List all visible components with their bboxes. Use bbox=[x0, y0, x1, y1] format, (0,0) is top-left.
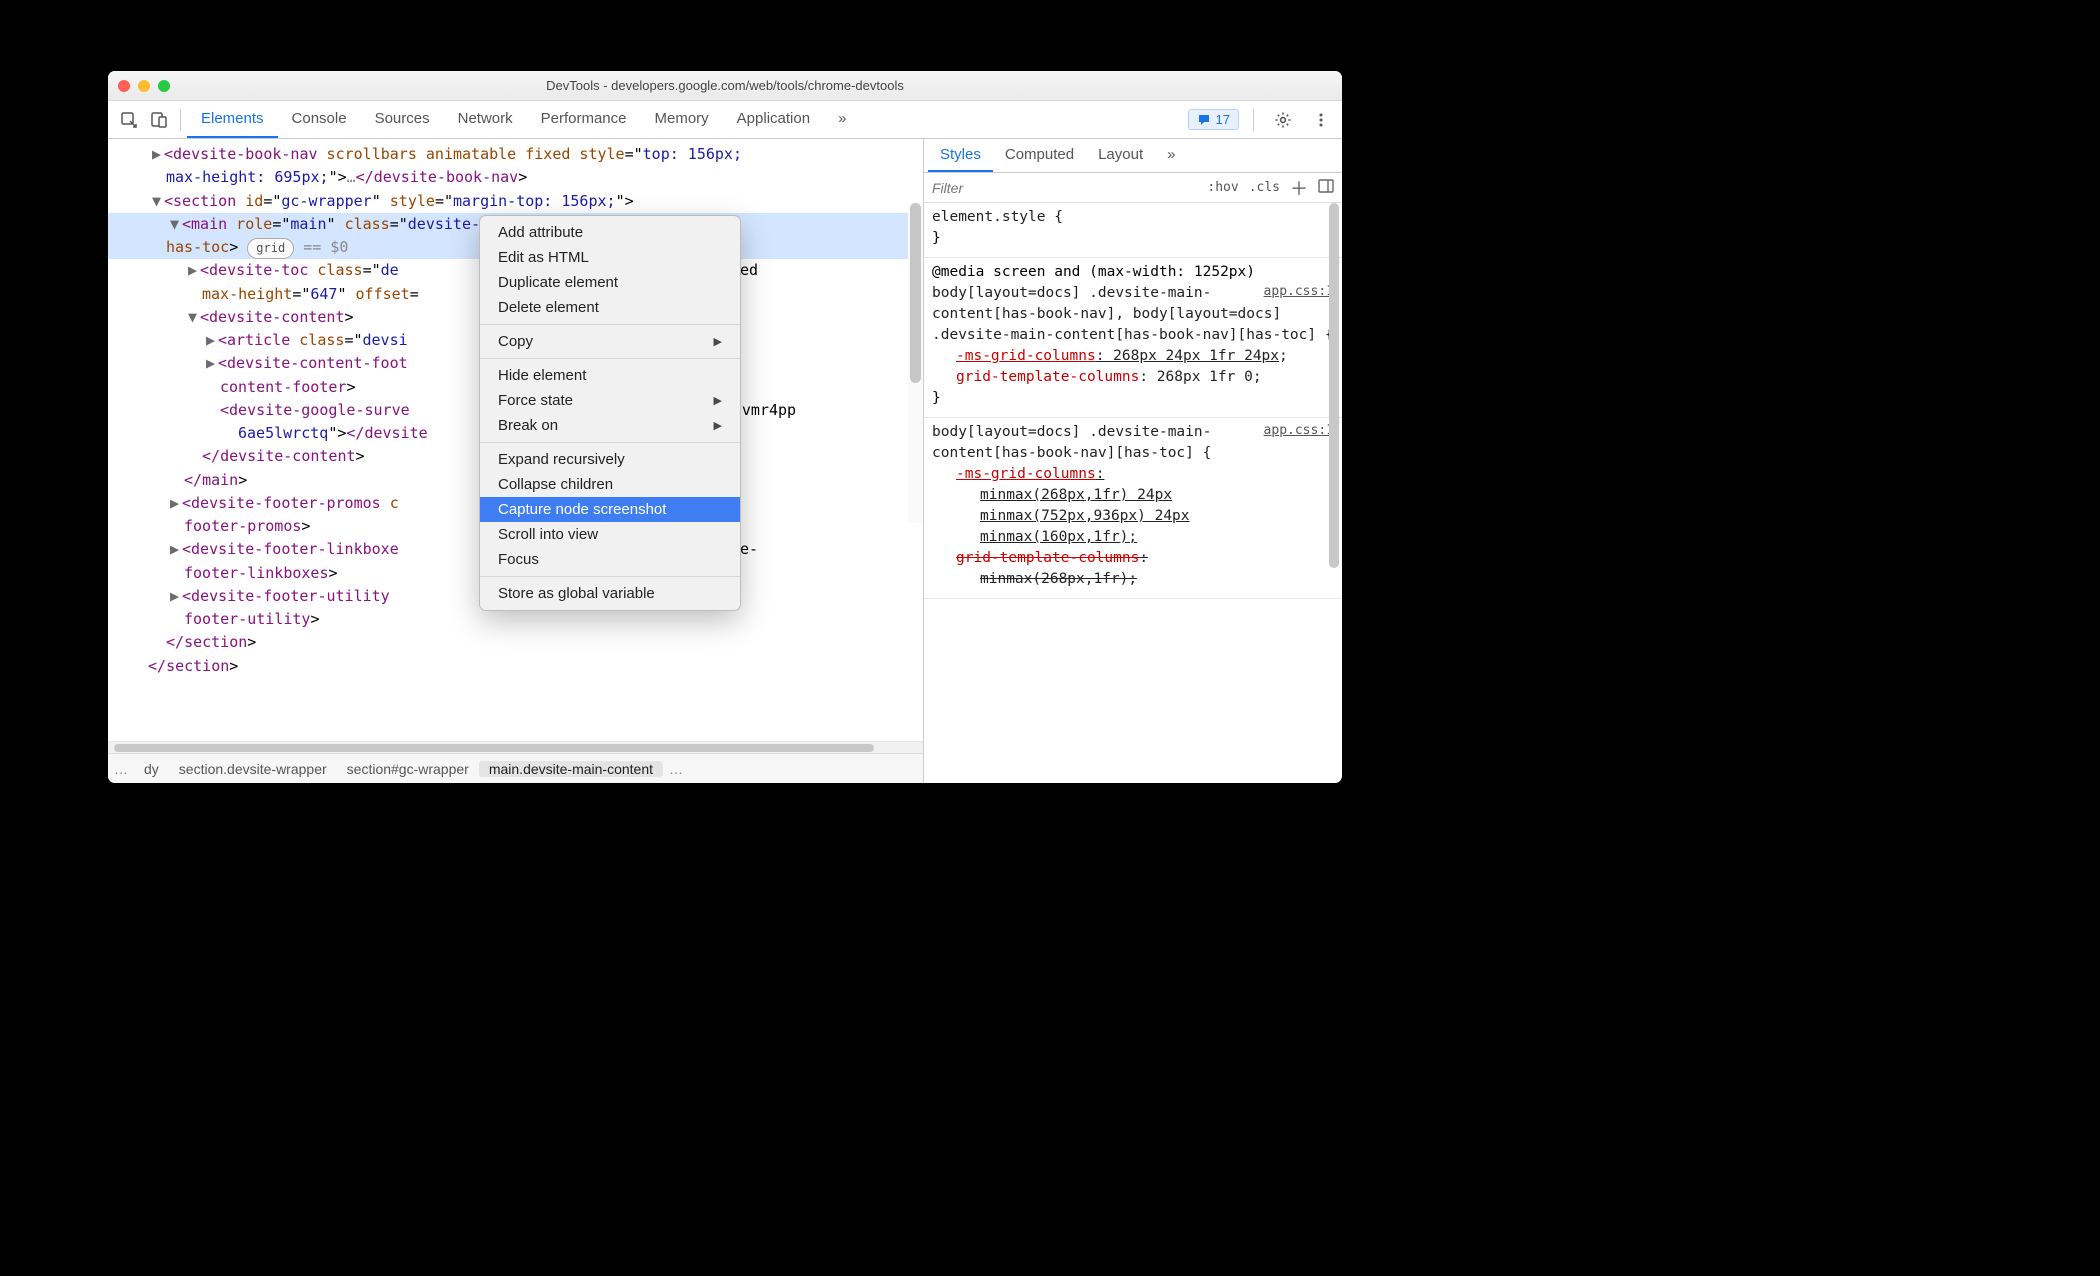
styles-tabs: StylesComputedLayout» bbox=[924, 139, 1342, 173]
menu-item-collapse-children[interactable]: Collapse children bbox=[480, 472, 740, 497]
context-menu: Add attributeEdit as HTMLDuplicate eleme… bbox=[479, 215, 741, 611]
vertical-scrollbar[interactable] bbox=[908, 203, 923, 523]
settings-icon[interactable] bbox=[1268, 105, 1298, 135]
disclosure-triangle-icon[interactable]: ▶ bbox=[170, 492, 182, 515]
cls-toggle[interactable]: .cls bbox=[1249, 180, 1280, 195]
disclosure-triangle-icon[interactable]: ▶ bbox=[206, 329, 218, 352]
scroll-thumb[interactable] bbox=[114, 744, 874, 752]
disclosure-triangle-icon[interactable]: ▼ bbox=[170, 213, 182, 236]
menu-item-expand-recursively[interactable]: Expand recursively bbox=[480, 447, 740, 472]
disclosure-triangle-icon[interactable]: ▶ bbox=[170, 585, 182, 608]
tab-application[interactable]: Application bbox=[723, 101, 824, 138]
css-rule[interactable]: element.style {} bbox=[924, 203, 1342, 258]
submenu-arrow-icon: ▶ bbox=[714, 419, 722, 432]
menu-item-force-state[interactable]: Force state▶ bbox=[480, 388, 740, 413]
tabs-overflow-icon[interactable]: » bbox=[824, 110, 860, 129]
styles-filter-input[interactable] bbox=[932, 180, 1082, 196]
menu-item-scroll-into-view[interactable]: Scroll into view bbox=[480, 522, 740, 547]
menu-item-hide-element[interactable]: Hide element bbox=[480, 363, 740, 388]
hov-toggle[interactable]: :hov bbox=[1207, 180, 1238, 195]
source-link[interactable]: app.css:1 bbox=[1264, 283, 1334, 302]
styles-tabs-overflow-icon[interactable]: » bbox=[1155, 139, 1187, 172]
horizontal-scrollbar[interactable] bbox=[108, 741, 923, 753]
scroll-thumb[interactable] bbox=[910, 203, 921, 383]
disclosure-triangle-icon[interactable]: ▼ bbox=[188, 306, 200, 329]
menu-item-edit-as-html[interactable]: Edit as HTML bbox=[480, 245, 740, 270]
menu-item-capture-node-screenshot[interactable]: Capture node screenshot bbox=[480, 497, 740, 522]
inspect-icon[interactable] bbox=[114, 105, 144, 135]
separator bbox=[180, 109, 181, 131]
breadcrumb-item[interactable]: dy bbox=[134, 761, 169, 777]
styles-tab-computed[interactable]: Computed bbox=[993, 139, 1086, 172]
scroll-thumb[interactable] bbox=[1329, 203, 1339, 568]
error-count: 17 bbox=[1216, 112, 1230, 127]
menu-item-break-on[interactable]: Break on▶ bbox=[480, 413, 740, 438]
vertical-scrollbar[interactable] bbox=[1329, 203, 1341, 783]
sidebar-toggle-icon[interactable] bbox=[1318, 179, 1334, 197]
breadcrumb-item[interactable]: section#gc-wrapper bbox=[337, 761, 479, 777]
kebab-menu-icon[interactable] bbox=[1306, 105, 1336, 135]
tab-memory[interactable]: Memory bbox=[641, 101, 723, 138]
dom-line[interactable]: </section> bbox=[136, 631, 913, 654]
styles-rules[interactable]: element.style {}@media screen and (max-w… bbox=[924, 203, 1342, 783]
devtools-window: DevTools - developers.google.com/web/too… bbox=[108, 71, 1342, 783]
dom-line[interactable]: ▶<devsite-book-nav scrollbars animatable… bbox=[136, 143, 913, 166]
menu-item-focus[interactable]: Focus bbox=[480, 547, 740, 572]
tab-console[interactable]: Console bbox=[278, 101, 361, 138]
breadcrumb-item[interactable]: section.devsite-wrapper bbox=[169, 761, 337, 777]
device-toggle-icon[interactable] bbox=[144, 105, 174, 135]
menu-item-delete-element[interactable]: Delete element bbox=[480, 295, 740, 320]
breadcrumb-overflow[interactable]: … bbox=[663, 761, 689, 777]
tab-network[interactable]: Network bbox=[444, 101, 527, 138]
layout-badge[interactable]: grid bbox=[247, 238, 294, 259]
titlebar: DevTools - developers.google.com/web/too… bbox=[108, 71, 1342, 101]
breadcrumb-overflow[interactable]: … bbox=[108, 761, 134, 777]
menu-item-store-as-global-variable[interactable]: Store as global variable bbox=[480, 581, 740, 606]
tab-performance[interactable]: Performance bbox=[527, 101, 641, 138]
window-title: DevTools - developers.google.com/web/too… bbox=[108, 78, 1342, 93]
new-style-rule-icon[interactable]: ＋ bbox=[1290, 175, 1308, 201]
css-rule[interactable]: app.css:1body[layout=docs] .devsite-main… bbox=[924, 418, 1342, 599]
menu-item-copy[interactable]: Copy▶ bbox=[480, 329, 740, 354]
dom-line[interactable]: footer-utility> bbox=[136, 608, 913, 631]
css-rule[interactable]: @media screen and (max-width: 1252px)app… bbox=[924, 258, 1342, 418]
disclosure-triangle-icon[interactable]: ▶ bbox=[170, 538, 182, 561]
disclosure-triangle-icon[interactable]: ▶ bbox=[152, 143, 164, 166]
error-badge[interactable]: 17 bbox=[1188, 109, 1239, 130]
source-link[interactable]: app.css:1 bbox=[1264, 422, 1334, 441]
dom-line[interactable]: ▼<section id="gc-wrapper" style="margin-… bbox=[136, 190, 913, 213]
dom-line[interactable]: </section> bbox=[136, 655, 913, 678]
dom-line[interactable]: max-height: 695px;">…</devsite-book-nav> bbox=[136, 166, 913, 189]
tab-elements[interactable]: Elements bbox=[187, 101, 278, 138]
disclosure-triangle-icon[interactable]: ▶ bbox=[206, 352, 218, 375]
disclosure-triangle-icon[interactable]: ▼ bbox=[152, 190, 164, 213]
menu-item-add-attribute[interactable]: Add attribute bbox=[480, 220, 740, 245]
separator bbox=[1253, 109, 1254, 131]
submenu-arrow-icon: ▶ bbox=[714, 335, 722, 348]
menu-item-duplicate-element[interactable]: Duplicate element bbox=[480, 270, 740, 295]
styles-pane: StylesComputedLayout» :hov .cls ＋ elemen… bbox=[924, 139, 1342, 783]
styles-tab-styles[interactable]: Styles bbox=[928, 139, 993, 172]
toolbar: ElementsConsoleSourcesNetworkPerformance… bbox=[108, 101, 1342, 139]
breadcrumb-item[interactable]: main.devsite-main-content bbox=[479, 761, 663, 777]
disclosure-triangle-icon[interactable]: ▶ bbox=[188, 259, 200, 282]
styles-filter-bar: :hov .cls ＋ bbox=[924, 173, 1342, 203]
tab-sources[interactable]: Sources bbox=[361, 101, 444, 138]
styles-tab-layout[interactable]: Layout bbox=[1086, 139, 1155, 172]
submenu-arrow-icon: ▶ bbox=[714, 394, 722, 407]
breadcrumb[interactable]: …dysection.devsite-wrappersection#gc-wra… bbox=[108, 753, 923, 783]
panel-tabs: ElementsConsoleSourcesNetworkPerformance… bbox=[187, 101, 824, 138]
message-icon bbox=[1197, 113, 1211, 127]
